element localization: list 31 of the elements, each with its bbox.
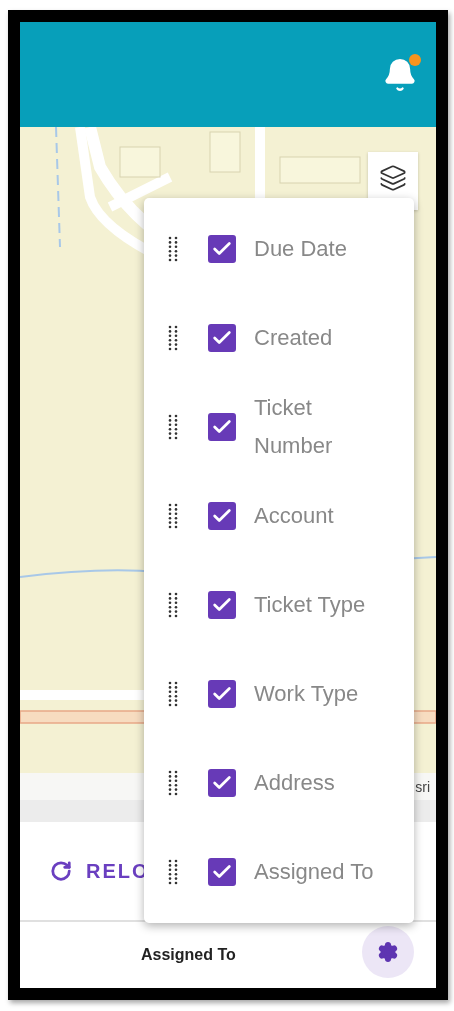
column-option-label: Assigned To <box>254 857 375 886</box>
checkbox[interactable] <box>208 501 236 530</box>
notification-bell-icon[interactable] <box>382 56 418 93</box>
column-header: Assigned To <box>141 946 236 964</box>
reload-icon <box>50 860 72 882</box>
column-option-label: Account <box>254 501 335 530</box>
settings-button[interactable] <box>362 926 414 978</box>
column-option-label: Due Date <box>254 234 348 263</box>
checkbox[interactable] <box>208 857 236 886</box>
checkbox[interactable] <box>208 768 236 797</box>
checkbox[interactable] <box>208 412 236 441</box>
drag-handle-icon[interactable] <box>168 235 178 262</box>
map-attribution: sri <box>415 778 430 795</box>
column-option-label: Ticket Type <box>254 590 367 619</box>
checkbox[interactable] <box>208 679 236 708</box>
drag-handle-icon[interactable] <box>168 591 178 618</box>
checkbox[interactable] <box>208 590 236 619</box>
drag-handle-icon[interactable] <box>168 413 178 440</box>
column-option-label: Created <box>254 323 334 352</box>
drag-handle-icon[interactable] <box>168 769 178 796</box>
drag-handle-icon[interactable] <box>168 680 178 707</box>
drag-handle-icon[interactable] <box>168 502 178 529</box>
column-option-label: Work Type <box>254 679 360 708</box>
column-option-label: Ticket Number <box>254 393 334 460</box>
settings-icon <box>377 941 399 963</box>
column-option-label: Address <box>254 768 336 797</box>
checkbox[interactable] <box>208 234 236 263</box>
drag-handle-icon[interactable] <box>168 858 178 885</box>
checkbox[interactable] <box>208 323 236 352</box>
layers-icon <box>379 164 407 192</box>
drag-handle-icon[interactable] <box>168 324 178 351</box>
